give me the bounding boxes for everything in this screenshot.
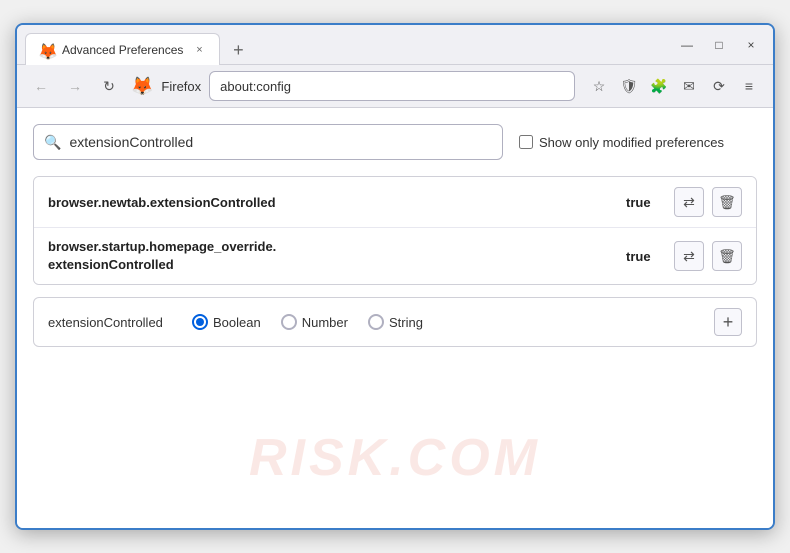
nav-bar: ← → ↻ 🦊 Firefox about:config ☆ 🛡 🧩 ✉ ⟳ ≡ — [17, 65, 773, 108]
delete-button-1[interactable]: 🗑 — [712, 187, 742, 217]
delete-button-2[interactable]: 🗑 — [712, 241, 742, 271]
search-input[interactable] — [69, 134, 492, 150]
address-bar[interactable]: about:config — [209, 71, 575, 101]
address-text: about:config — [220, 79, 291, 94]
new-pref-name: extensionControlled — [48, 315, 168, 330]
minimize-button[interactable]: — — [673, 31, 701, 59]
delete-icon-1: 🗑 — [718, 194, 736, 211]
toggle-button-1[interactable]: ⇄ — [674, 187, 704, 217]
active-tab[interactable]: 🦊 Advanced Preferences × — [25, 33, 220, 65]
pref-name-2: browser.startup.homepage_override. exten… — [48, 238, 626, 274]
pref-actions-2: ⇄ 🗑 — [674, 241, 742, 271]
extension-icon[interactable]: 🧩 — [645, 72, 673, 100]
watermark: RISK.COM — [249, 428, 541, 488]
pref-name-2-line1: browser.startup.homepage_override. — [48, 239, 276, 254]
show-modified-label[interactable]: Show only modified preferences — [539, 135, 724, 150]
toggle-icon-2: ⇄ — [683, 248, 695, 265]
synced-icon[interactable]: ⟳ — [705, 72, 733, 100]
page-content: RISK.COM 🔍 Show only modified preference… — [17, 108, 773, 528]
pref-name-2-line2: extensionControlled — [48, 257, 174, 272]
add-pref-button[interactable]: + — [714, 308, 742, 336]
radio-boolean-circle — [192, 314, 208, 330]
pref-table: browser.newtab.extensionControlled true … — [33, 176, 757, 285]
window-controls: — □ × — [673, 31, 765, 59]
tab-area: 🦊 Advanced Preferences × + — [25, 25, 665, 64]
search-row: 🔍 Show only modified preferences — [33, 124, 757, 160]
shield-icon[interactable]: 🛡 — [615, 72, 643, 100]
radio-number-circle — [281, 314, 297, 330]
radio-number[interactable]: Number — [281, 314, 348, 330]
radio-string-circle — [368, 314, 384, 330]
pref-search-box[interactable]: 🔍 — [33, 124, 503, 160]
radio-boolean-label: Boolean — [213, 315, 261, 330]
maximize-button[interactable]: □ — [705, 31, 733, 59]
firefox-label: Firefox — [161, 79, 201, 94]
tab-title: Advanced Preferences — [62, 43, 183, 57]
toggle-button-2[interactable]: ⇄ — [674, 241, 704, 271]
show-modified-checkbox[interactable] — [519, 135, 533, 149]
pref-value-2: true — [626, 249, 662, 264]
tab-favicon: 🦊 — [38, 42, 54, 58]
bookmark-icon[interactable]: ☆ — [585, 72, 613, 100]
nav-icons: ☆ 🛡 🧩 ✉ ⟳ ≡ — [585, 72, 763, 100]
search-icon: 🔍 — [44, 134, 61, 151]
radio-string[interactable]: String — [368, 314, 423, 330]
profile-icon[interactable]: ✉ — [675, 72, 703, 100]
menu-button[interactable]: ≡ — [735, 72, 763, 100]
close-button[interactable]: × — [737, 31, 765, 59]
table-row: browser.newtab.extensionControlled true … — [34, 177, 756, 228]
delete-icon-2: 🗑 — [718, 248, 736, 265]
pref-actions-1: ⇄ 🗑 — [674, 187, 742, 217]
radio-string-label: String — [389, 315, 423, 330]
title-bar: 🦊 Advanced Preferences × + — □ × — [17, 25, 773, 65]
back-button[interactable]: ← — [27, 72, 55, 100]
pref-value-1: true — [626, 195, 662, 210]
toggle-icon-1: ⇄ — [683, 194, 695, 211]
refresh-button[interactable]: ↻ — [95, 72, 123, 100]
pref-name-1: browser.newtab.extensionControlled — [48, 195, 626, 210]
show-modified-option: Show only modified preferences — [519, 135, 724, 150]
tab-close-button[interactable]: × — [191, 42, 207, 58]
forward-button[interactable]: → — [61, 72, 89, 100]
radio-boolean[interactable]: Boolean — [192, 314, 261, 330]
new-tab-button[interactable]: + — [224, 36, 252, 64]
browser-window: 🦊 Advanced Preferences × + — □ × ← → ↻ 🦊… — [15, 23, 775, 530]
new-pref-row: extensionControlled Boolean Number Strin… — [33, 297, 757, 347]
table-row: browser.startup.homepage_override. exten… — [34, 228, 756, 284]
radio-number-label: Number — [302, 315, 348, 330]
type-radio-group: Boolean Number String — [192, 314, 690, 330]
firefox-icon: 🦊 — [131, 76, 153, 97]
